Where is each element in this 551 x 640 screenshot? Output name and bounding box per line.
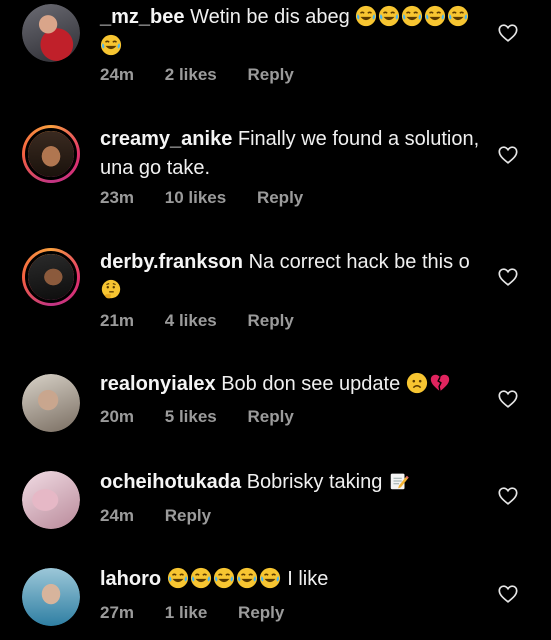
- comment-likes[interactable]: 4 likes: [165, 311, 217, 330]
- avatar[interactable]: [22, 471, 80, 529]
- comment-text: Bobrisky taking: [246, 471, 383, 493]
- memo-emoji: [390, 473, 409, 490]
- heart-icon[interactable]: [497, 22, 519, 44]
- comment-meta: 20m 5 likes Reply: [100, 407, 320, 427]
- avatar[interactable]: [22, 125, 80, 183]
- laugh-cry-emoji: [236, 567, 257, 589]
- comment-text: Na correct hack be this o: [248, 251, 470, 273]
- laugh-cry-emoji: [167, 567, 188, 589]
- reply-button[interactable]: Reply: [248, 407, 294, 426]
- avatar[interactable]: [22, 248, 80, 306]
- comment-text: Wetin be dis abeg: [190, 6, 350, 28]
- laugh-cry-emoji: [425, 5, 446, 27]
- comment-meta: 21m 4 likes Reply: [100, 311, 320, 331]
- laugh-cry-emoji: [356, 5, 377, 27]
- avatar[interactable]: [22, 4, 80, 62]
- emoji-group: [167, 567, 288, 590]
- avatar[interactable]: [22, 568, 80, 626]
- comment-username[interactable]: derby.frankson: [100, 251, 243, 273]
- comment-time: 23m: [100, 188, 135, 207]
- reply-button[interactable]: Reply: [238, 603, 284, 622]
- comment-likes[interactable]: 10 likes: [165, 188, 226, 207]
- comment-time: 27m: [100, 603, 135, 622]
- laugh-cry-emoji: [379, 5, 400, 27]
- broken-heart-emoji: [430, 374, 449, 392]
- reply-button[interactable]: Reply: [248, 311, 294, 330]
- reply-button[interactable]: Reply: [165, 506, 211, 525]
- heart-icon[interactable]: [497, 583, 519, 605]
- sad-face-emoji: [406, 372, 427, 394]
- laugh-cry-emoji: [190, 567, 211, 589]
- heart-icon[interactable]: [497, 266, 519, 288]
- comment-meta: 27m 1 like Reply: [100, 603, 310, 623]
- comment-username[interactable]: lahoro: [100, 568, 161, 590]
- comment-text: Bob don see update: [221, 373, 401, 395]
- comment-time: 20m: [100, 407, 135, 426]
- laugh-cry-emoji: [448, 5, 469, 27]
- laugh-cry-emoji: [213, 567, 234, 589]
- heart-icon[interactable]: [497, 388, 519, 410]
- reply-button[interactable]: Reply: [248, 65, 294, 84]
- comment-text: I like: [287, 568, 329, 590]
- comment-likes[interactable]: 5 likes: [165, 407, 217, 426]
- comment-time: 24m: [100, 65, 135, 84]
- comment-time: 21m: [100, 311, 135, 330]
- comment-meta: 24m Reply: [100, 506, 237, 526]
- comment-likes[interactable]: 2 likes: [165, 65, 217, 84]
- comment-meta: 23m 10 likes Reply: [100, 188, 329, 208]
- comment-username[interactable]: realonyialex: [100, 373, 216, 395]
- avatar[interactable]: [22, 374, 80, 432]
- reply-button[interactable]: Reply: [257, 188, 303, 207]
- laugh-cry-emoji: [259, 567, 280, 589]
- comment-username[interactable]: _mz_bee: [100, 6, 185, 28]
- comment-time: 24m: [100, 506, 135, 525]
- comment-username[interactable]: creamy_anike: [100, 128, 232, 150]
- comment-username[interactable]: ocheihotukada: [100, 471, 241, 493]
- comment-likes[interactable]: 1 like: [165, 603, 208, 622]
- comment-meta: 24m 2 likes Reply: [100, 65, 320, 85]
- laugh-cry-emoji: [100, 34, 122, 56]
- heart-icon[interactable]: [497, 144, 519, 166]
- thinking-emoji: [101, 279, 121, 299]
- heart-icon[interactable]: [497, 485, 519, 507]
- laugh-cry-emoji: [402, 5, 423, 27]
